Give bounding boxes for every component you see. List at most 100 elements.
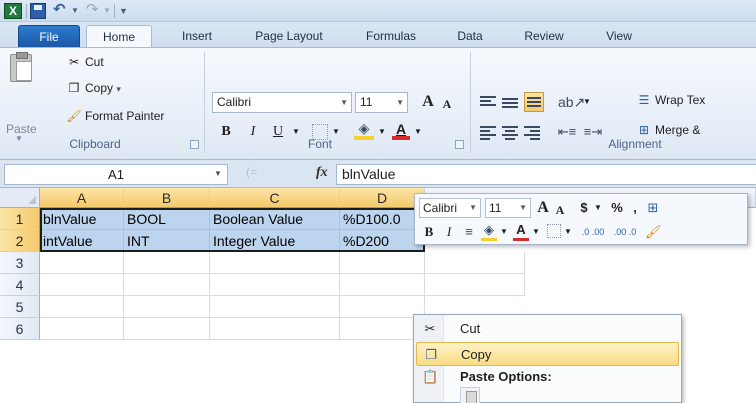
customize-qat-icon[interactable]: ▼ xyxy=(119,3,129,19)
cell-empty[interactable] xyxy=(340,274,425,296)
paste-dropdown-icon[interactable]: ▼ xyxy=(15,134,23,143)
font-size-select[interactable]: 11 ▼ xyxy=(355,92,408,113)
mini-format-painter-icon[interactable]: 🖌 xyxy=(645,222,662,242)
mini-size-select[interactable]: 11 ▼ xyxy=(485,198,531,218)
wrap-text-button[interactable]: ☰ Wrap Tex xyxy=(636,90,706,110)
name-box-dropdown-icon[interactable]: ▼ xyxy=(214,169,222,178)
redo-dropdown-icon[interactable]: ▼ xyxy=(103,3,111,19)
tab-formulas[interactable]: Formulas xyxy=(356,25,426,47)
cut-button[interactable]: ✂ Cut xyxy=(66,52,104,72)
cell-a2[interactable]: intValue xyxy=(40,230,124,252)
align-middle-icon[interactable] xyxy=(502,96,518,110)
cell-a1[interactable]: blnValue xyxy=(40,208,124,230)
undo-icon[interactable]: ↶ xyxy=(53,2,69,19)
excel-logo-icon[interactable]: X xyxy=(4,3,22,19)
copy-button[interactable]: ❐ Copy ▾ xyxy=(66,78,121,98)
tab-insert[interactable]: Insert xyxy=(172,25,222,47)
orientation-dropdown-icon[interactable]: ▼ xyxy=(582,92,592,112)
cell-empty[interactable] xyxy=(425,252,525,274)
cell-c2[interactable]: Integer Value xyxy=(210,230,340,252)
row-header-3[interactable]: 3 xyxy=(0,252,40,274)
tab-home[interactable]: Home xyxy=(86,25,152,48)
font-color-dropdown-icon[interactable]: ▼ xyxy=(412,122,424,142)
mini-align-center-icon[interactable]: ≡ xyxy=(461,222,477,242)
column-header-d[interactable]: D xyxy=(340,188,425,208)
mini-fill-dropdown-icon[interactable]: ▼ xyxy=(499,222,509,242)
cell-b1[interactable]: BOOL xyxy=(124,208,210,230)
mini-comma-button[interactable]: , xyxy=(629,198,641,218)
tab-data[interactable]: Data xyxy=(447,25,493,47)
mini-percent-button[interactable]: % xyxy=(609,198,625,218)
mini-currency-dropdown-icon[interactable]: ▼ xyxy=(593,198,603,218)
cell-empty[interactable] xyxy=(340,252,425,274)
cell-empty[interactable] xyxy=(124,318,210,340)
shrink-font-button[interactable]: A xyxy=(438,94,456,114)
name-box[interactable]: A1 xyxy=(4,164,228,185)
paste-icon[interactable] xyxy=(10,52,32,82)
cell-empty[interactable] xyxy=(40,296,124,318)
row-header-6[interactable]: 6 xyxy=(0,318,40,340)
cell-empty[interactable] xyxy=(210,296,340,318)
mini-currency-button[interactable]: $ xyxy=(577,198,591,218)
orientation-icon[interactable]: ab↗ xyxy=(558,92,585,112)
mini-shrink-font-button[interactable]: A xyxy=(553,200,567,220)
mini-decrease-decimal-icon[interactable]: .00 .0 xyxy=(611,222,639,242)
mini-merge-icon[interactable]: ⊞ xyxy=(645,198,661,218)
cell-empty[interactable] xyxy=(40,274,124,296)
column-header-c[interactable]: C xyxy=(210,188,340,208)
row-header-5[interactable]: 5 xyxy=(0,296,40,318)
cell-d1[interactable]: %D100.0 xyxy=(340,208,425,230)
tab-file[interactable]: File xyxy=(18,25,80,47)
mini-grow-font-button[interactable]: A xyxy=(535,198,551,218)
formula-cancel-icon[interactable]: (= xyxy=(246,165,257,179)
tab-view[interactable]: View xyxy=(594,25,644,47)
context-menu-copy[interactable]: ❐ Copy xyxy=(416,342,679,366)
select-all-button[interactable] xyxy=(0,188,40,208)
clipboard-launcher-icon[interactable] xyxy=(190,140,199,149)
grow-font-button[interactable]: A xyxy=(418,92,438,112)
cell-empty[interactable] xyxy=(124,274,210,296)
align-center-icon[interactable] xyxy=(502,124,518,140)
mini-borders-dropdown-icon[interactable]: ▼ xyxy=(563,222,573,242)
font-launcher-icon[interactable] xyxy=(455,140,464,149)
align-bottom-icon[interactable] xyxy=(524,92,544,112)
mini-font-select[interactable]: Calibri ▼ xyxy=(419,198,481,218)
mini-bold-button[interactable]: B xyxy=(421,222,437,242)
cell-c1[interactable]: Boolean Value xyxy=(210,208,340,230)
cell-empty[interactable] xyxy=(210,252,340,274)
cell-empty[interactable] xyxy=(124,252,210,274)
cell-empty[interactable] xyxy=(425,274,525,296)
font-family-select[interactable]: Calibri ▼ xyxy=(212,92,352,113)
insert-function-button[interactable]: fx xyxy=(316,165,328,181)
mini-fill-color-icon[interactable]: ◈ xyxy=(481,222,497,241)
mini-borders-icon[interactable] xyxy=(547,224,561,238)
tab-review[interactable]: Review xyxy=(514,25,574,47)
undo-dropdown-icon[interactable]: ▼ xyxy=(71,3,79,19)
cell-empty[interactable] xyxy=(210,318,340,340)
mini-font-color-dropdown-icon[interactable]: ▼ xyxy=(531,222,541,242)
cell-empty[interactable] xyxy=(40,318,124,340)
mini-increase-decimal-icon[interactable]: .0 .00 xyxy=(579,222,607,242)
align-left-icon[interactable] xyxy=(480,124,496,140)
copy-dropdown-icon[interactable]: ▾ xyxy=(116,84,121,94)
row-header-2[interactable]: 2 xyxy=(0,230,40,252)
align-top-icon[interactable] xyxy=(480,94,496,108)
cell-empty[interactable] xyxy=(40,252,124,274)
redo-icon[interactable]: ↷ xyxy=(86,2,102,19)
context-menu-cut[interactable]: ✂ Cut xyxy=(416,317,679,341)
formula-input[interactable]: blnValue xyxy=(336,164,756,185)
row-header-1[interactable]: 1 xyxy=(0,208,40,230)
row-header-4[interactable]: 4 xyxy=(0,274,40,296)
cell-empty[interactable] xyxy=(210,274,340,296)
column-header-a[interactable]: A xyxy=(40,188,124,208)
mini-italic-button[interactable]: I xyxy=(441,222,457,242)
decrease-indent-icon[interactable]: ⇤≡ xyxy=(556,122,578,142)
format-painter-button[interactable]: 🖌 Format Painter xyxy=(66,106,164,126)
tab-page-layout[interactable]: Page Layout xyxy=(244,25,334,47)
paste-option-icon[interactable] xyxy=(460,387,480,403)
mini-font-color-icon[interactable]: A xyxy=(513,222,529,241)
save-icon[interactable] xyxy=(30,3,46,19)
column-header-b[interactable]: B xyxy=(124,188,210,208)
cell-b2[interactable]: INT xyxy=(124,230,210,252)
cell-empty[interactable] xyxy=(124,296,210,318)
